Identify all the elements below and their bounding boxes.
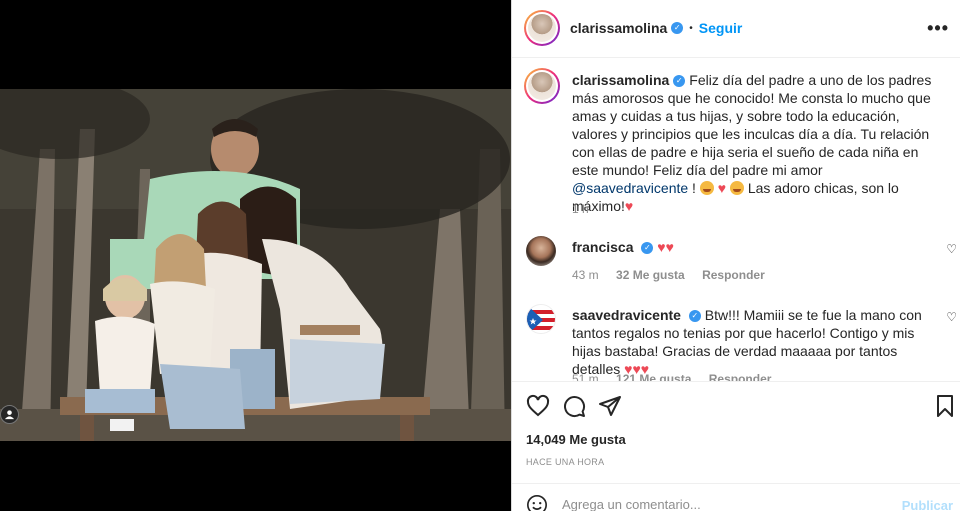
- publish-button[interactable]: Publicar: [902, 498, 953, 511]
- comment-like-heart-icon[interactable]: ♡: [946, 242, 957, 256]
- post-side-panel: clarissamolina ✓ • Seguir ••• clarissamo…: [511, 0, 960, 511]
- comment-like-heart-icon[interactable]: ♡: [946, 310, 957, 324]
- comment-body: francisca ✓ ♥♥: [572, 238, 932, 256]
- commenter-username[interactable]: francisca: [572, 239, 633, 255]
- author-username[interactable]: clarissamolina: [570, 20, 667, 36]
- commenter-avatar[interactable]: [526, 236, 556, 266]
- caption-time[interactable]: 1 h: [572, 202, 589, 216]
- comment-likes[interactable]: 121 Me gusta: [616, 372, 691, 381]
- smiling-face-emoji-icon: [699, 181, 714, 195]
- comments-section[interactable]: clarissamolina ✓ Feliz día del padre a uno…: [512, 58, 960, 381]
- red-heart-emoji-icon: ♥: [624, 198, 634, 214]
- post-actions-bar: [512, 381, 960, 429]
- comment-likes[interactable]: 32 Me gusta: [616, 268, 685, 282]
- add-comment-bar: Publicar: [512, 483, 960, 511]
- post-caption: clarissamolina ✓ Feliz día del padre a uno…: [572, 71, 942, 215]
- caption-author-avatar[interactable]: [524, 68, 560, 104]
- post-media: [0, 0, 511, 511]
- commenter-username[interactable]: saavedravicente: [572, 307, 681, 323]
- caption-username[interactable]: clarissamolina: [572, 72, 669, 88]
- bookmark-icon[interactable]: [933, 394, 957, 418]
- verified-badge-icon: ✓: [671, 22, 684, 34]
- emoji-icon[interactable]: [526, 494, 548, 511]
- separator-dot: •: [689, 22, 693, 34]
- comment-time[interactable]: 43 m: [572, 268, 599, 282]
- caption-text-2: !: [688, 180, 696, 196]
- more-options-icon[interactable]: •••: [927, 18, 949, 39]
- verified-badge-icon: ✓: [641, 242, 654, 255]
- verified-badge-icon: ✓: [688, 310, 701, 323]
- comment-meta: 43 m 32 Me gusta Responder: [572, 268, 779, 282]
- post-timestamp[interactable]: HACE UNA HORA: [526, 457, 604, 467]
- commenter-avatar[interactable]: [526, 304, 556, 334]
- reply-button[interactable]: Responder: [709, 372, 772, 381]
- post-header: clarissamolina ✓ • Seguir •••: [512, 0, 960, 58]
- comment-meta: 51 m 121 Me gusta Responder: [572, 372, 785, 381]
- verified-badge-icon: ✓: [673, 75, 686, 88]
- author-info: clarissamolina ✓ • Seguir: [570, 20, 742, 36]
- user-tag-icon[interactable]: [0, 405, 19, 424]
- caption-mention[interactable]: @saavedravicente: [572, 180, 688, 196]
- red-heart-emoji-icon: ♥♥: [657, 239, 674, 255]
- comment-input[interactable]: [562, 497, 882, 511]
- comment-time[interactable]: 51 m: [572, 372, 599, 381]
- heart-icon[interactable]: [526, 394, 550, 418]
- post-photo[interactable]: [0, 89, 511, 441]
- reply-button[interactable]: Responder: [702, 268, 765, 282]
- comment-icon[interactable]: [562, 394, 586, 418]
- red-heart-emoji-icon: ♥: [717, 180, 727, 196]
- share-icon[interactable]: [598, 394, 622, 418]
- follow-button[interactable]: Seguir: [699, 20, 743, 36]
- comment-body: saavedravicente ✓ Btw!!! Mamiii se te fu…: [572, 306, 932, 378]
- likes-count[interactable]: 14,049 Me gusta: [526, 432, 626, 447]
- star-struck-emoji-icon: [729, 181, 744, 195]
- author-avatar[interactable]: [524, 10, 560, 46]
